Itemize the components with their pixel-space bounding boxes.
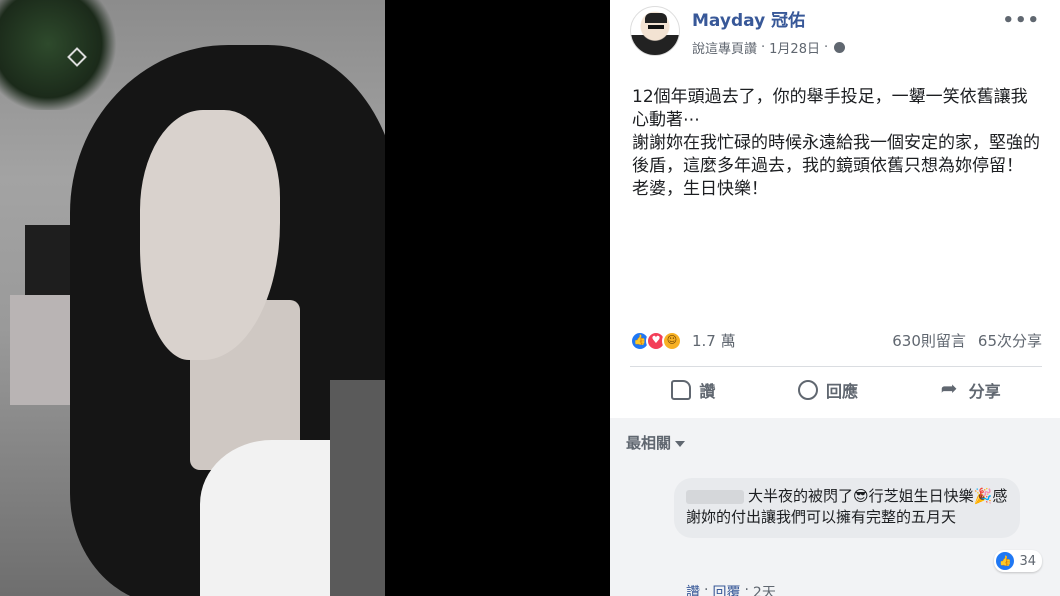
comments-section: 最相關 大半夜的被閃了😎行芝姐生日快樂🎉感謝妳的付出讓我們可以擁有完整的五月天 … <box>610 418 1060 596</box>
comment-button[interactable]: 回應 <box>786 374 870 406</box>
post-date[interactable]: 1月28日 <box>769 38 820 57</box>
like-label: 讚 <box>699 382 716 401</box>
post-line: 老婆，生日快樂！ <box>632 179 768 199</box>
separator: · <box>761 40 766 55</box>
separator: · <box>704 582 709 596</box>
haha-reaction-icon: ☺ <box>662 330 682 351</box>
post-line: 12個年頭過去了，你的舉手投足，一顰一笑依舊讓我心動著⋯ <box>632 87 1028 130</box>
sort-label: 最相關 <box>626 434 672 452</box>
post-stats: 👍 ♥ ☺ 1.7 萬 630則留言 65次分享 <box>630 330 1042 351</box>
avatar-hat <box>645 13 667 23</box>
comment-icon <box>797 380 818 400</box>
author-meta: Mayday 冠佑 說這專頁讚 · 1月28日 · <box>692 10 846 57</box>
cardigan <box>330 380 385 596</box>
comment-count[interactable]: 630則留言 <box>892 330 966 351</box>
translate-link[interactable]: 說這專頁讚 <box>692 38 757 57</box>
comment-likes: 34 <box>1019 553 1036 569</box>
share-count[interactable]: 65次分享 <box>978 330 1042 351</box>
thumbs-up-icon <box>671 380 692 400</box>
christmas-tree <box>0 0 120 110</box>
globe-icon <box>834 42 846 53</box>
action-bar: 讚 回應 分享 <box>630 374 1042 406</box>
comment-like-count[interactable]: 👍 34 <box>994 550 1042 572</box>
share-icon <box>941 376 961 400</box>
caret-down-icon <box>675 440 686 447</box>
share-label: 分享 <box>968 382 1001 401</box>
reaction-icons[interactable]: 👍 ♥ ☺ <box>630 330 682 351</box>
post-photo[interactable] <box>0 0 385 596</box>
comment-time[interactable]: 2天 <box>753 582 776 596</box>
comment-meta: 讚 · 回覆 · 2天 <box>686 582 776 596</box>
author-avatar[interactable] <box>630 6 680 56</box>
separator: · <box>744 582 749 596</box>
like-button[interactable]: 讚 <box>659 374 727 406</box>
post-panel: Mayday 冠佑 說這專頁讚 · 1月28日 · ••• 12個年頭過去了，你… <box>610 0 1060 596</box>
comment-reply-link[interactable]: 回覆 <box>712 582 740 596</box>
stats-right: 630則留言 65次分享 <box>892 330 1042 351</box>
more-options-icon[interactable]: ••• <box>1002 10 1040 31</box>
separator: · <box>823 40 829 55</box>
divider <box>630 366 1042 367</box>
comment-author-redacted[interactable] <box>686 489 744 504</box>
share-button[interactable]: 分享 <box>929 374 1013 406</box>
comment-label: 回應 <box>825 382 858 401</box>
avatar-glasses <box>648 25 664 29</box>
post-header: Mayday 冠佑 說這專頁讚 · 1月28日 · <box>630 6 846 57</box>
post-subline: 說這專頁讚 · 1月28日 · <box>692 38 846 57</box>
comment-sort-dropdown[interactable]: 最相關 <box>626 432 686 453</box>
reaction-count[interactable]: 1.7 萬 <box>692 330 736 351</box>
comment-bubble: 大半夜的被閃了😎行芝姐生日快樂🎉感謝妳的付出讓我們可以擁有完整的五月天 <box>674 478 1020 538</box>
like-icon: 👍 <box>996 552 1015 570</box>
post-body: 12個年頭過去了，你的舉手投足，一顰一笑依舊讓我心動著⋯ 謝謝妳在我忙碌的時候永… <box>632 86 1042 201</box>
comment-like-link[interactable]: 讚 <box>686 582 700 596</box>
post-line: 謝謝妳在我忙碌的時候永遠給我一個安定的家，堅強的後盾，這麼多年過去，我的鏡頭依舊… <box>632 133 1040 176</box>
author-name[interactable]: Mayday 冠佑 <box>692 10 845 32</box>
